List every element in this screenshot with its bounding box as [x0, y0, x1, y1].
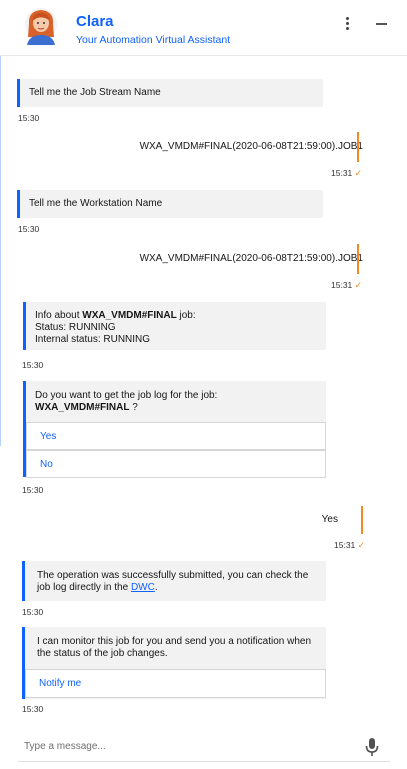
- message-text: ?: [129, 402, 138, 413]
- message-timestamp: 15:30: [18, 113, 40, 123]
- microphone-icon[interactable]: [364, 737, 380, 757]
- bot-message: Tell me the Job Stream Name: [17, 79, 323, 107]
- message-text: job log directly in the: [37, 582, 131, 593]
- message-timestamp: 15:31 ✓: [331, 168, 363, 178]
- chat-header: Clara Your Automation Virtual Assistant: [0, 0, 407, 56]
- user-message: WXA_VMDM#FINAL(2020-06-08T21:59:00).JOB1: [139, 253, 363, 264]
- read-check-icon: ✓: [354, 280, 363, 290]
- conversation: Tell me the Job Stream Name 15:30 WXA_VM…: [0, 56, 407, 728]
- message-text: the status of the job changes.: [37, 648, 168, 659]
- message-timestamp: 15:30: [22, 485, 44, 495]
- message-timestamp: 15:30: [22, 704, 44, 714]
- job-name: WXA_VMDM#FINAL: [82, 310, 177, 321]
- divider: [0, 56, 1, 446]
- notify-me-button[interactable]: Notify me: [25, 669, 326, 698]
- message-text: Do you want to get the job log for the j…: [35, 390, 218, 401]
- message-timestamp: 15:30: [22, 607, 44, 617]
- message-text: I can monitor this job for you and send …: [37, 636, 312, 647]
- assistant-name: Clara: [76, 13, 114, 30]
- user-message-bar: [361, 506, 363, 534]
- option-yes-button[interactable]: Yes: [26, 422, 326, 450]
- message-text: Info about: [35, 310, 83, 321]
- user-message: Yes: [321, 514, 338, 525]
- message-timestamp: 15:30: [22, 360, 44, 370]
- message-timestamp: 15:30: [18, 224, 40, 234]
- message-timestamp: 15:31 ✓: [334, 540, 366, 550]
- bot-message: Info about WXA_VMDM#FINAL job: Status: R…: [23, 302, 326, 350]
- assistant-avatar: [24, 7, 58, 45]
- read-check-icon: ✓: [357, 540, 366, 550]
- internal-status-text: Internal status: RUNNING: [35, 334, 151, 345]
- message-text: Tell me the Job Stream Name: [29, 87, 161, 98]
- status-text: Status: RUNNING: [35, 322, 116, 333]
- bot-message: Tell me the Workstation Name: [17, 190, 323, 218]
- user-message-bar: [357, 132, 359, 162]
- bot-message: The operation was successfully submitted…: [22, 561, 326, 601]
- user-message-bar: [357, 244, 359, 274]
- message-text: Tell me the Workstation Name: [29, 198, 163, 209]
- message-text: The operation was successfully submitted…: [37, 570, 309, 581]
- dwc-link[interactable]: DWC: [131, 582, 155, 593]
- message-text: job:: [176, 310, 196, 321]
- message-timestamp: 15:31 ✓: [331, 280, 363, 290]
- message-input[interactable]: [24, 736, 344, 756]
- kebab-menu-icon[interactable]: [338, 14, 358, 34]
- option-no-button[interactable]: No: [26, 450, 326, 478]
- message-text: .: [154, 582, 158, 593]
- minimize-icon[interactable]: [372, 14, 392, 34]
- read-check-icon: ✓: [354, 168, 363, 178]
- message-composer: [18, 730, 390, 762]
- user-message: WXA_VMDM#FINAL(2020-06-08T21:59:00).JOB1: [139, 141, 363, 152]
- assistant-subtitle: Your Automation Virtual Assistant: [76, 34, 231, 46]
- job-name: WXA_VMDM#FINAL: [35, 402, 130, 413]
